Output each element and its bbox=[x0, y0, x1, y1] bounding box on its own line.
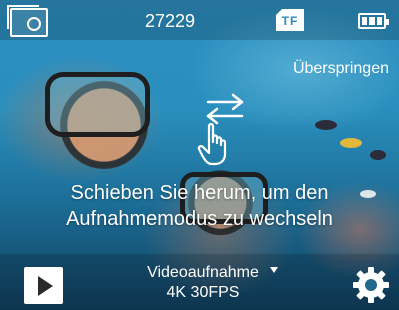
skip-button[interactable]: Überspringen bbox=[293, 60, 389, 78]
remaining-count: 27229 bbox=[145, 11, 196, 31]
background-fish bbox=[370, 150, 386, 160]
swap-arrows-icon bbox=[206, 93, 244, 125]
chevron-down-icon bbox=[270, 267, 278, 273]
mode-selector[interactable]: Videoaufnahme 4K 30FPS bbox=[118, 263, 288, 303]
background-fish bbox=[315, 120, 337, 130]
gallery-icon[interactable] bbox=[7, 5, 48, 37]
sd-card-icon: TF bbox=[276, 9, 304, 31]
mode-switch-hint: Schieben Sie herum, um den Aufnahmemodus… bbox=[0, 180, 399, 232]
hint-line: Schieben Sie herum, um den bbox=[70, 182, 329, 204]
background-fish bbox=[340, 138, 362, 148]
play-icon[interactable] bbox=[24, 267, 63, 304]
mode-setting: 4K 30FPS bbox=[166, 284, 240, 301]
hint-line: Aufnahmemodus zu wechseln bbox=[66, 208, 333, 230]
background-photo-mask bbox=[45, 72, 150, 137]
hand-swipe-icon bbox=[197, 123, 227, 166]
gear-icon[interactable] bbox=[352, 266, 390, 304]
status-bar: 27229 TF bbox=[0, 0, 399, 40]
battery-full-icon bbox=[358, 13, 389, 29]
mode-name: Videoaufnahme bbox=[147, 264, 259, 281]
camera-viewfinder: 27229 TF Überspringen Schieben Sie herum… bbox=[0, 0, 399, 310]
